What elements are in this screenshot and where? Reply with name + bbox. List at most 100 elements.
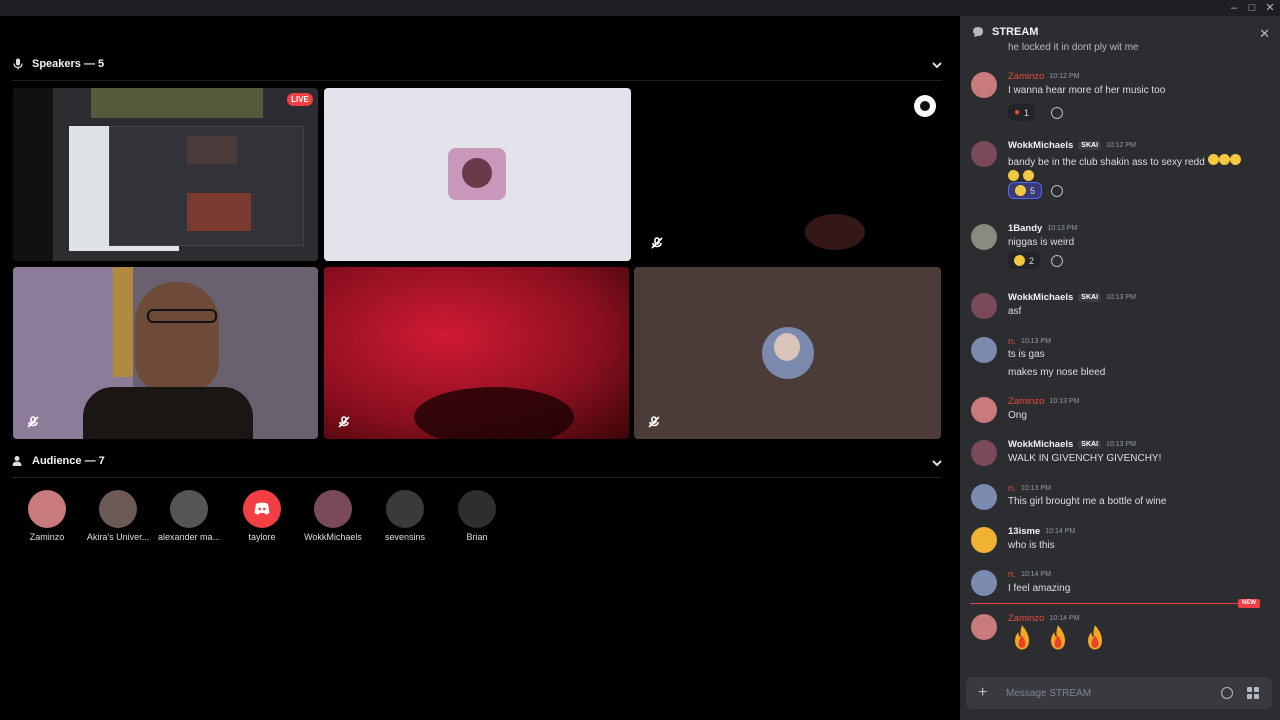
close-chat-button[interactable]: ✕ (1259, 26, 1270, 42)
member-name: Zaminzo (29, 532, 65, 542)
author-name[interactable]: WokkMichaels (1008, 292, 1073, 303)
avatar[interactable] (971, 614, 997, 640)
author-name[interactable]: n. (1008, 336, 1016, 347)
chevron-down-icon[interactable] (931, 58, 943, 70)
author-name[interactable]: WokkMichaels (1008, 140, 1073, 151)
author-name[interactable]: 13isme (1008, 526, 1040, 537)
avatar (28, 490, 66, 528)
author-name[interactable]: Zaminzo (1008, 71, 1044, 82)
close-window-button[interactable]: ✕ (1264, 2, 1276, 14)
message-text-content: bandy be in the club shakin ass to sexy … (1008, 157, 1205, 168)
avatar[interactable] (971, 337, 997, 363)
message-text: makes my nose bleed (1008, 367, 1106, 378)
add-reaction-icon[interactable] (1051, 107, 1063, 119)
shirt (83, 387, 253, 439)
speakers-header[interactable]: Speakers — 5 (12, 55, 104, 73)
author-name[interactable]: n. (1008, 569, 1016, 580)
timestamp: 10:13 PM (1049, 397, 1080, 405)
apps-icon[interactable] (1247, 687, 1259, 699)
view-toggle-button[interactable] (914, 95, 936, 117)
chevron-down-icon[interactable] (931, 456, 943, 468)
audience-member[interactable]: sevensins (369, 490, 441, 542)
avatar-inner (462, 158, 492, 188)
avatar[interactable] (971, 527, 997, 553)
divider (12, 477, 942, 478)
reaction-pill[interactable]: 2 (1008, 252, 1041, 269)
dim-video (805, 214, 865, 250)
chat-title: STREAM (992, 26, 1039, 38)
plus-icon[interactable]: + (978, 685, 987, 701)
speaker-tile[interactable] (634, 267, 941, 439)
reaction-pill[interactable]: 5 (1008, 182, 1043, 199)
person-head (135, 282, 219, 392)
reaction-pill[interactable]: ● 1 (1008, 104, 1036, 121)
add-reaction-icon[interactable] (1051, 255, 1063, 267)
avatar[interactable] (971, 224, 997, 250)
avatar[interactable] (971, 72, 997, 98)
audience-member[interactable]: Brian (441, 490, 513, 542)
avatar[interactable] (971, 440, 997, 466)
avatar[interactable] (971, 293, 997, 319)
message-input[interactable] (1006, 684, 1206, 702)
timestamp: 10:12 PM (1049, 72, 1080, 80)
avatar (99, 490, 137, 528)
author-name[interactable]: 1Bandy (1008, 223, 1042, 234)
member-name: taylore (248, 532, 276, 542)
timestamp: 10:13 PM (1020, 337, 1051, 345)
screen-share-tile[interactable] (13, 88, 318, 261)
fire-emoji-row (1008, 624, 1113, 657)
laughing-emoji-icon (1014, 255, 1025, 266)
camera-tile[interactable] (13, 267, 318, 439)
reaction-count: 5 (1030, 185, 1036, 196)
audience-label: Audience — 7 (32, 455, 105, 467)
timestamp: 10:14 PM (1020, 570, 1051, 578)
audience-member[interactable]: taylore (226, 490, 298, 542)
reaction-count: 2 (1029, 255, 1035, 266)
author-name[interactable]: n. (1008, 483, 1016, 494)
message-text: asf (1008, 306, 1022, 317)
timestamp: 10:14 PM (1049, 614, 1080, 622)
author-name[interactable]: Zaminzo (1008, 613, 1044, 624)
audience-member[interactable]: WokkMichaels (297, 490, 369, 542)
member-name: Akira's Univer... (86, 532, 150, 542)
audience-member[interactable]: Akira's Univer... (82, 490, 154, 542)
member-name: WokkMichaels (304, 532, 362, 542)
audience-member[interactable]: alexander ma... (153, 490, 225, 542)
message-text: bandy be in the club shakin ass to sexy … (1008, 154, 1241, 168)
emoji-picker-icon[interactable] (1221, 687, 1233, 699)
server-tag: SKAI (1078, 140, 1102, 150)
audience-member[interactable]: Zaminzo (11, 490, 83, 542)
glasses (147, 309, 217, 323)
server-tag: SKAI (1078, 439, 1102, 449)
member-name: Brian (466, 532, 488, 542)
message-list[interactable]: he locked it in dont ply wit me Zaminzo … (960, 42, 1280, 682)
avatar[interactable] (971, 397, 997, 423)
avatar[interactable] (971, 141, 997, 167)
minimize-button[interactable]: – (1228, 2, 1240, 14)
audience-header[interactable]: Audience — 7 (12, 452, 105, 470)
add-reaction-icon[interactable] (1051, 185, 1063, 197)
discord-logo-icon (254, 502, 270, 515)
chat-bubble-icon (973, 27, 983, 37)
timestamp: 10:13 PM (1106, 440, 1136, 448)
camera-tile[interactable] (324, 267, 629, 439)
avatar (243, 490, 281, 528)
avatar-inner (774, 333, 800, 361)
desktop-icons (13, 88, 53, 261)
message-composer: + (966, 677, 1272, 709)
curtain (113, 267, 133, 377)
speaker-tile[interactable] (637, 88, 941, 261)
microphone-icon (13, 58, 23, 70)
author-name[interactable]: Zaminzo (1008, 396, 1044, 407)
crying-emoji-icon (1229, 154, 1241, 165)
speaker-tile[interactable] (324, 88, 631, 261)
fire-emoji-icon (1051, 625, 1066, 650)
avatar[interactable] (971, 484, 997, 510)
author-name[interactable]: WokkMichaels (1008, 439, 1073, 450)
maximize-button[interactable]: □ (1246, 2, 1258, 14)
hundred-emoji-icon: ● (1014, 107, 1021, 118)
crying-emoji-icon (1218, 154, 1230, 165)
avatar[interactable] (971, 570, 997, 596)
title-bar: – □ ✕ (0, 0, 1280, 16)
crying-emoji-icon (1207, 154, 1219, 165)
